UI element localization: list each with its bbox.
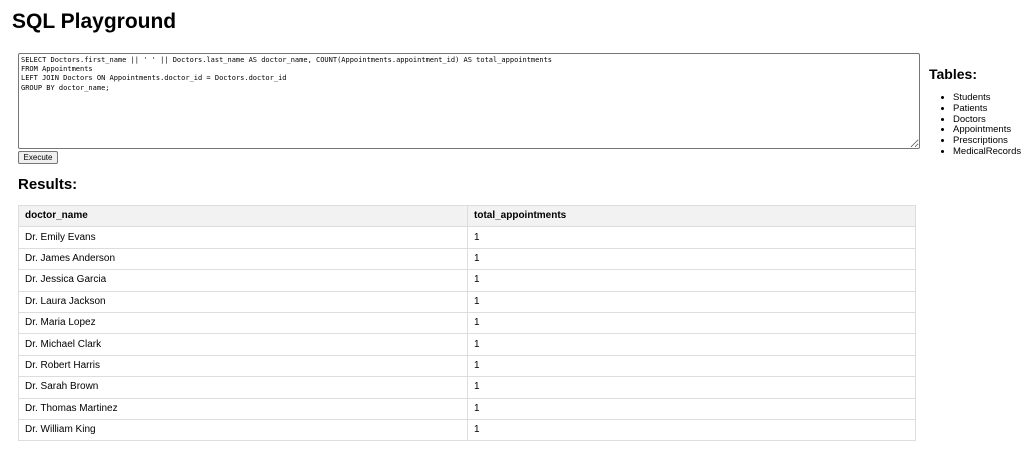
table-row: Dr. Emily Evans 1 bbox=[18, 226, 916, 249]
table-row: Dr. Robert Harris 1 bbox=[18, 354, 916, 378]
sql-query-editor[interactable]: SELECT Doctors.first_name || ' ' || Doct… bbox=[18, 53, 920, 149]
table-list-item-patients: Patients bbox=[953, 103, 1024, 115]
cell-doctor-name: Dr. William King bbox=[18, 418, 468, 442]
results-table: doctor_name total_appointments Dr. Emily… bbox=[18, 204, 916, 442]
cell-total-appointments: 1 bbox=[467, 290, 916, 313]
cell-total-appointments: 1 bbox=[467, 226, 916, 249]
cell-total-appointments: 1 bbox=[467, 397, 916, 420]
tables-list: Students Patients Doctors Appointments P… bbox=[929, 92, 1024, 158]
cell-total-appointments: 1 bbox=[467, 376, 916, 399]
results-heading: Results: bbox=[18, 176, 78, 193]
table-row: Dr. William King 1 bbox=[18, 418, 916, 442]
cell-total-appointments: 1 bbox=[467, 247, 916, 271]
tables-heading: Tables: bbox=[929, 66, 977, 82]
cell-total-appointments: 1 bbox=[467, 354, 916, 378]
cell-total-appointments: 1 bbox=[467, 333, 916, 356]
cell-doctor-name: Dr. Sarah Brown bbox=[18, 376, 468, 399]
table-list-item-medicalrecords: MedicalRecords bbox=[953, 146, 1024, 158]
cell-doctor-name: Dr. Jessica Garcia bbox=[18, 269, 468, 292]
table-row: Dr. Maria Lopez 1 bbox=[18, 311, 916, 335]
cell-total-appointments: 1 bbox=[467, 418, 916, 442]
cell-doctor-name: Dr. Michael Clark bbox=[18, 333, 468, 356]
table-row: Dr. Jessica Garcia 1 bbox=[18, 269, 916, 292]
table-row: Dr. James Anderson 1 bbox=[18, 247, 916, 271]
column-header-doctor-name: doctor_name bbox=[18, 204, 468, 228]
column-header-total-appointments: total_appointments bbox=[467, 204, 916, 228]
cell-doctor-name: Dr. Maria Lopez bbox=[18, 311, 468, 335]
table-row: Dr. Sarah Brown 1 bbox=[18, 376, 916, 399]
cell-doctor-name: Dr. Emily Evans bbox=[18, 226, 468, 249]
execute-button[interactable]: Execute bbox=[18, 151, 58, 164]
cell-doctor-name: Dr. Laura Jackson bbox=[18, 290, 468, 313]
cell-doctor-name: Dr. Thomas Martinez bbox=[18, 397, 468, 420]
cell-total-appointments: 1 bbox=[467, 269, 916, 292]
table-row: Dr. Thomas Martinez 1 bbox=[18, 397, 916, 420]
cell-doctor-name: Dr. James Anderson bbox=[18, 247, 468, 271]
table-row: Dr. Michael Clark 1 bbox=[18, 333, 916, 356]
cell-doctor-name: Dr. Robert Harris bbox=[18, 354, 468, 378]
tables-panel: Tables: Students Patients Doctors Appoin… bbox=[929, 66, 1024, 158]
table-header-row: doctor_name total_appointments bbox=[18, 204, 916, 228]
sql-playground-page: SQL Playground SELECT Doctors.first_name… bbox=[0, 0, 1024, 453]
page-title: SQL Playground bbox=[12, 10, 177, 33]
table-row: Dr. Laura Jackson 1 bbox=[18, 290, 916, 313]
cell-total-appointments: 1 bbox=[467, 311, 916, 335]
